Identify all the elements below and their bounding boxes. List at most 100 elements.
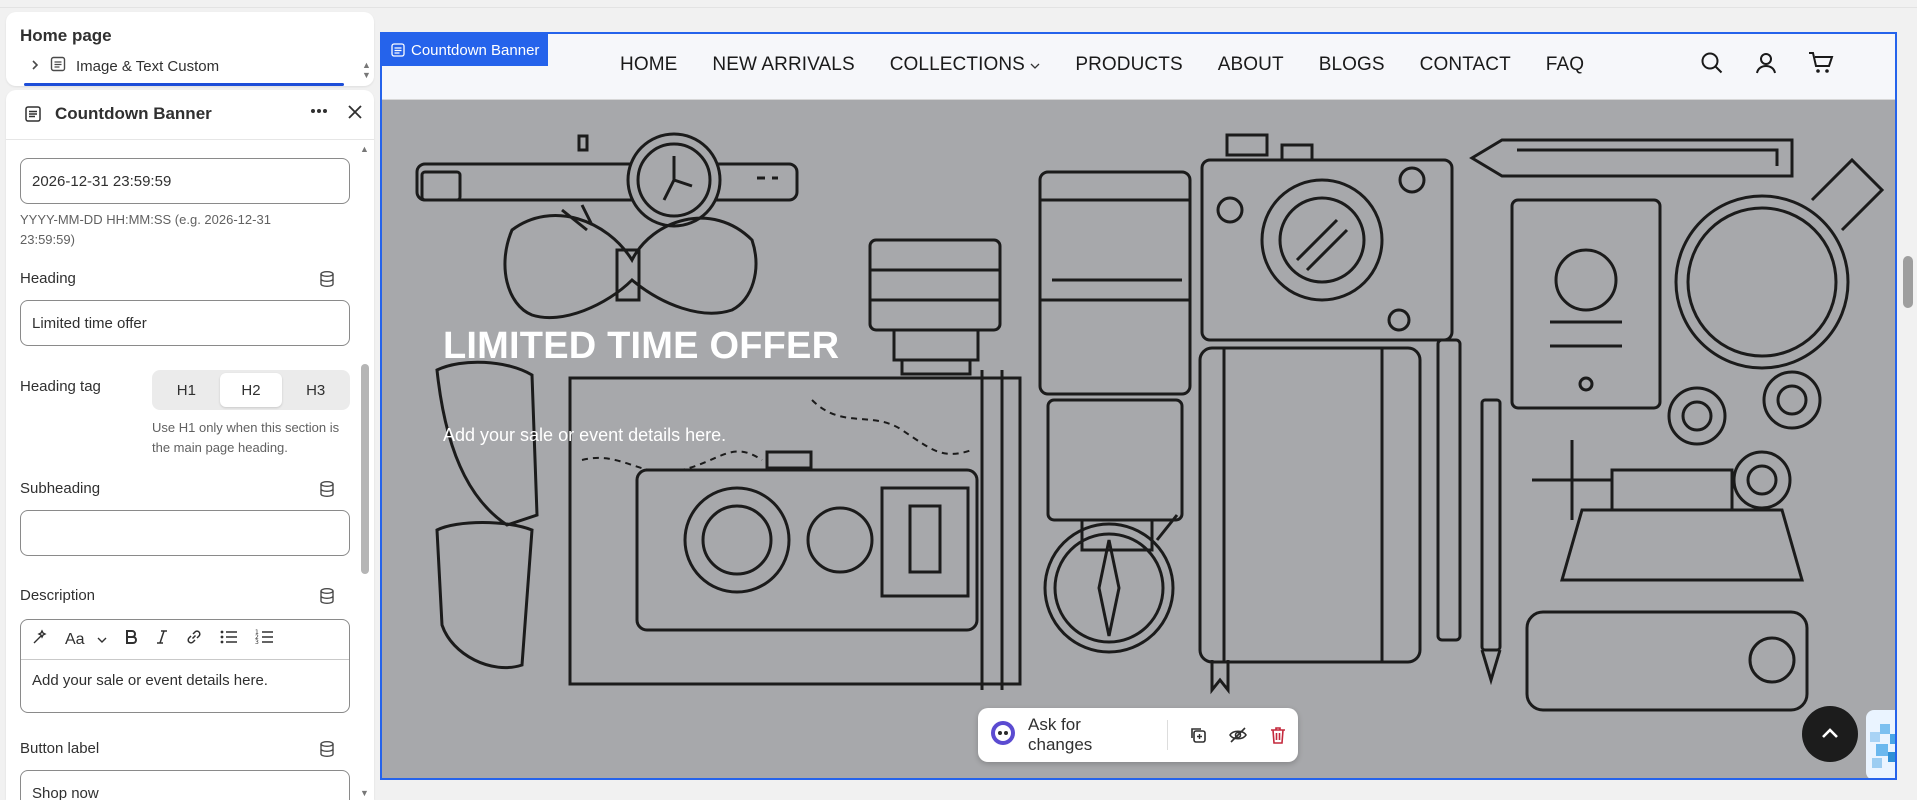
bullet-list-icon[interactable] <box>219 628 239 651</box>
heading-value: Limited time offer <box>32 314 147 332</box>
section-icon <box>50 56 66 76</box>
section-tag[interactable]: Countdown Banner <box>382 34 549 66</box>
page-title: Home page <box>20 26 112 45</box>
bow-tie-illustration <box>503 204 758 320</box>
film-roll-illustration <box>1667 370 1822 510</box>
instant-camera-illustration <box>1525 440 1809 712</box>
selected-indicator <box>24 83 344 86</box>
end-date-value: 2026-12-31 23:59:59 <box>32 172 172 190</box>
description-editor[interactable]: Aa 123 Add your sale or event details he… <box>20 619 350 713</box>
chevron-down-icon <box>1030 63 1040 69</box>
nav-faq[interactable]: FAQ <box>1546 54 1584 76</box>
toolbar-divider <box>1167 720 1169 750</box>
dynamic-source-icon[interactable] <box>318 587 336 610</box>
end-date-input[interactable]: 2026-12-31 23:59:59 <box>20 158 350 204</box>
page-scroll-thumb[interactable] <box>1903 256 1913 308</box>
section-header: Countdown Banner <box>6 90 374 140</box>
assistant-avatar-icon <box>990 720 1016 751</box>
pen-illustration <box>1436 338 1502 686</box>
scroll-down-icon[interactable]: ▼ <box>360 788 369 798</box>
button-label-label: Button label <box>20 740 100 757</box>
more-icon[interactable] <box>308 100 330 128</box>
page-scrollbar[interactable] <box>1899 8 1917 792</box>
compass-illustration <box>1043 514 1179 654</box>
description-value: Add your sale or event details here. <box>32 672 268 689</box>
section-icon <box>391 43 405 57</box>
page-tree-card: Home page Image & Text Custom ▲ ▼ <box>6 12 374 86</box>
nav-products[interactable]: PRODUCTS <box>1075 54 1182 76</box>
font-size-button[interactable]: Aa <box>65 631 107 649</box>
heading-tag-h2[interactable]: H2 <box>219 373 283 407</box>
main-nav: HOME NEW ARRIVALS COLLECTIONS PRODUCTS A… <box>620 54 1584 76</box>
duplicate-icon[interactable] <box>1178 725 1218 745</box>
back-to-top-button[interactable] <box>1802 706 1858 762</box>
ask-for-changes-toolbar: Ask for changes <box>978 708 1298 762</box>
link-icon[interactable] <box>185 628 203 651</box>
rte-toolbar: Aa 123 <box>21 620 349 660</box>
top-strip <box>0 0 1917 8</box>
subheading-label: Subheading <box>20 480 101 497</box>
heading-tag-selector: H1 H2 H3 <box>152 370 350 410</box>
hero-description: Add your sale or event details here. <box>443 425 727 445</box>
header-icons <box>1699 50 1835 81</box>
delete-icon[interactable] <box>1258 725 1298 745</box>
section-icon <box>24 105 42 128</box>
chevron-up-icon <box>1822 728 1838 738</box>
search-icon[interactable] <box>1699 50 1725 81</box>
settings-scrollbar[interactable]: ▲ ▼ <box>360 144 370 800</box>
notebook-illustration <box>1198 346 1422 695</box>
button-label-input[interactable]: Shop now <box>20 770 350 800</box>
nav-blogs[interactable]: BLOGS <box>1319 54 1385 76</box>
store-header: HOME NEW ARRIVALS COLLECTIONS PRODUCTS A… <box>382 34 1895 100</box>
heading-label: Heading <box>20 270 76 287</box>
dynamic-source-icon[interactable] <box>318 480 336 503</box>
hero-heading: LIMITED TIME OFFER <box>443 325 840 367</box>
end-date-help: YYYY-MM-DD HH:MM:SS (e.g. 2026-12-31 23:… <box>20 212 271 247</box>
mug-illustration <box>1674 157 1885 370</box>
scroll-up-icon[interactable]: ▲ <box>360 144 369 154</box>
italic-icon[interactable] <box>155 628 169 651</box>
section-tag-label: Countdown Banner <box>411 41 540 59</box>
bold-icon[interactable] <box>123 628 139 651</box>
hide-icon[interactable] <box>1218 725 1258 745</box>
section-title: Countdown Banner <box>55 104 212 123</box>
heading-tag-h3[interactable]: H3 <box>284 373 347 407</box>
section-settings-card: Countdown Banner 2026-12-31 23:59:59 YYY… <box>6 90 374 800</box>
font-size-label: Aa <box>65 630 85 648</box>
nav-collections-label: COLLECTIONS <box>889 54 1025 75</box>
tree-item-image-text[interactable]: Image & Text Custom <box>30 56 219 76</box>
lens-illustration <box>868 238 1002 376</box>
cart-icon[interactable] <box>1807 50 1835 81</box>
svg-text:3: 3 <box>255 639 259 646</box>
pencil-illustration <box>1469 138 1794 178</box>
account-icon[interactable] <box>1753 50 1779 81</box>
nav-collections[interactable]: COLLECTIONS <box>890 54 1041 76</box>
heading-tag-label: Heading tag <box>20 378 101 395</box>
dynamic-source-icon[interactable] <box>318 270 336 293</box>
close-icon[interactable] <box>345 102 365 127</box>
numbered-list-icon[interactable]: 123 <box>255 628 275 651</box>
chevron-right-icon <box>30 58 40 75</box>
watch-illustration <box>415 132 799 228</box>
sunglasses-illustration <box>435 360 539 670</box>
nav-home[interactable]: HOME <box>620 54 677 76</box>
hand-widget-icon[interactable] <box>1852 706 1895 778</box>
nav-contact[interactable]: CONTACT <box>1420 54 1511 76</box>
button-label-value: Shop now <box>32 785 99 800</box>
subheading-input[interactable] <box>20 510 350 556</box>
passport-illustration <box>1510 198 1662 410</box>
storefront-preview: HOME NEW ARRIVALS COLLECTIONS PRODUCTS A… <box>380 32 1897 780</box>
heading-tag-h1[interactable]: H1 <box>155 373 218 407</box>
tree-item-label: Image & Text Custom <box>76 57 220 75</box>
magic-icon[interactable] <box>31 628 49 651</box>
nav-about[interactable]: ABOUT <box>1218 54 1284 76</box>
film-camera-illustration <box>635 450 979 632</box>
heading-input[interactable]: Limited time offer <box>20 300 350 346</box>
heading-tag-help: Use H1 only when this section is the mai… <box>152 420 340 455</box>
nav-new-arrivals[interactable]: NEW ARRIVALS <box>712 54 854 76</box>
tree-scrollbar[interactable]: ▲ ▼ <box>362 60 371 80</box>
dynamic-source-icon[interactable] <box>318 740 336 763</box>
ask-for-changes-button[interactable]: Ask for changes <box>1028 715 1149 755</box>
scroll-thumb[interactable] <box>361 364 369 574</box>
telephoto-lens-illustration <box>1038 170 1192 552</box>
